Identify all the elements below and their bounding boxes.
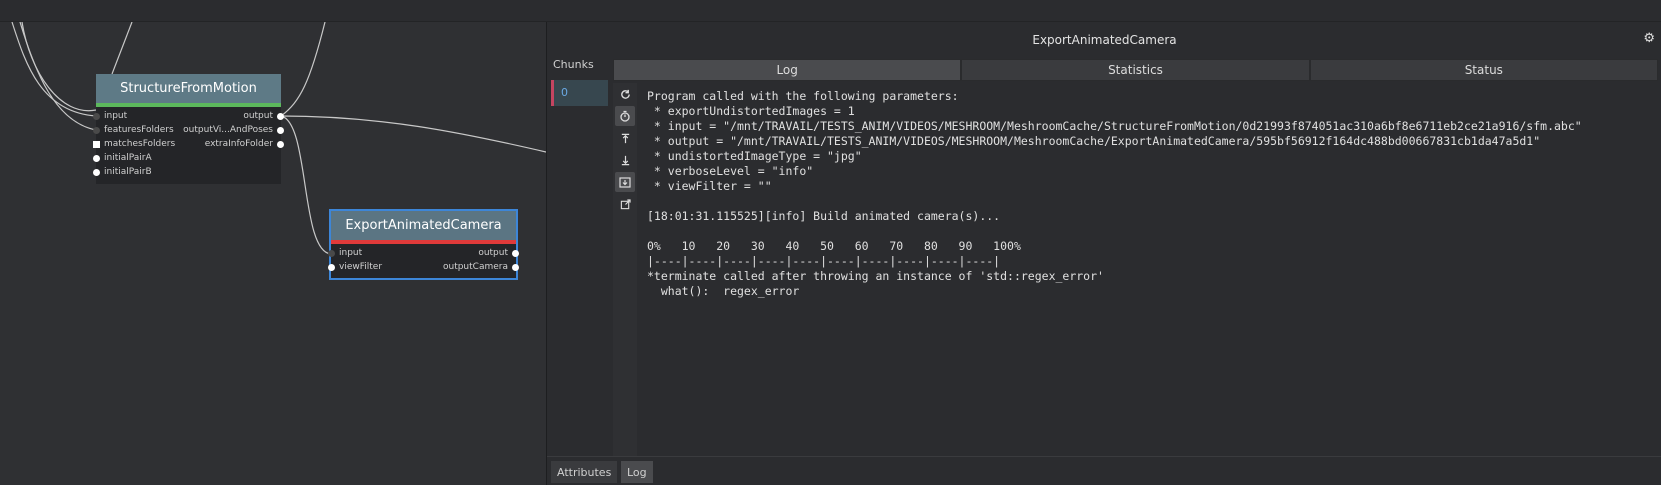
node-status-strip [96, 103, 281, 107]
log-view[interactable]: Program called with the following parame… [637, 83, 1658, 456]
port-dot[interactable] [93, 126, 100, 134]
edge [19, 22, 97, 131]
port-dot[interactable] [93, 168, 100, 176]
port-output[interactable]: output [478, 246, 519, 260]
port-dot[interactable] [277, 126, 284, 134]
node-title: ExportAnimatedCamera [331, 211, 516, 240]
tab-log-bottom[interactable]: Log [621, 461, 653, 483]
port-view-filter[interactable]: viewFilter [328, 260, 382, 274]
gear-icon[interactable]: ⚙ [1643, 31, 1655, 46]
chunk-item-label: 0 [561, 86, 568, 99]
meshroom-window: StructureFromMotion input featuresFolder… [0, 0, 1661, 485]
tab-status[interactable]: Status [1309, 59, 1658, 81]
open-external-icon[interactable] [615, 194, 635, 214]
log-text: Program called with the following parame… [647, 89, 1582, 298]
auto-refresh-icon[interactable] [615, 106, 635, 126]
node-title: StructureFromMotion [96, 74, 281, 103]
port-dot[interactable] [93, 154, 100, 162]
tab-log[interactable]: Log [613, 59, 962, 81]
port-input[interactable]: input [93, 109, 127, 123]
port-output[interactable]: output [243, 109, 284, 123]
port-dot[interactable] [512, 249, 519, 257]
tab-attributes[interactable]: Attributes [551, 461, 618, 483]
port-dot[interactable] [277, 140, 284, 148]
log-toolbar [613, 83, 637, 456]
port-initial-pair-b[interactable]: initialPairB [93, 165, 152, 179]
node-structure-from-motion[interactable]: StructureFromMotion input featuresFolder… [93, 74, 284, 184]
scroll-top-icon[interactable] [615, 128, 635, 148]
port-dot[interactable] [93, 112, 100, 120]
top-bar [0, 0, 1661, 22]
port-output-views-and-poses[interactable]: outputVi...AndPoses [183, 123, 284, 137]
tab-statistics[interactable]: Statistics [961, 59, 1310, 81]
edge [111, 22, 133, 75]
refresh-icon[interactable] [615, 84, 635, 104]
chunk-item[interactable]: 0 [551, 80, 608, 106]
port-initial-pair-a[interactable]: initialPairA [93, 151, 152, 165]
port-dot[interactable] [328, 249, 335, 257]
scroll-bottom-icon[interactable] [615, 150, 635, 170]
port-extra-info-folder[interactable]: extraInfoFolder [205, 137, 284, 151]
edge [280, 115, 546, 153]
port-matches-folders[interactable]: matchesFolders [93, 137, 175, 151]
panel-tabs: Log Statistics Status [613, 59, 1658, 81]
edge [280, 22, 326, 117]
follow-icon[interactable] [615, 172, 635, 192]
port-input[interactable]: input [328, 246, 362, 260]
bottom-tab-bar: Attributes Log [547, 456, 1661, 485]
edge [280, 115, 332, 255]
chunks-label: Chunks [553, 58, 594, 71]
panel-title: ExportAnimatedCamera [1032, 32, 1177, 47]
port-dot[interactable] [277, 112, 284, 120]
port-features-folders[interactable]: featuresFolders [93, 123, 174, 137]
port-output-camera[interactable]: outputCamera [443, 260, 519, 274]
port-dot[interactable] [512, 263, 519, 271]
port-square[interactable] [93, 140, 100, 148]
node-inspector-panel: ExportAnimatedCamera ⚙ Chunks 0 Log Stat… [546, 22, 1661, 485]
edge [21, 22, 97, 112]
node-export-animated-camera[interactable]: ExportAnimatedCamera input viewFilter ou… [328, 209, 519, 280]
graph-editor[interactable]: StructureFromMotion input featuresFolder… [0, 22, 546, 485]
port-dot[interactable] [328, 263, 335, 271]
node-status-strip [331, 240, 516, 244]
